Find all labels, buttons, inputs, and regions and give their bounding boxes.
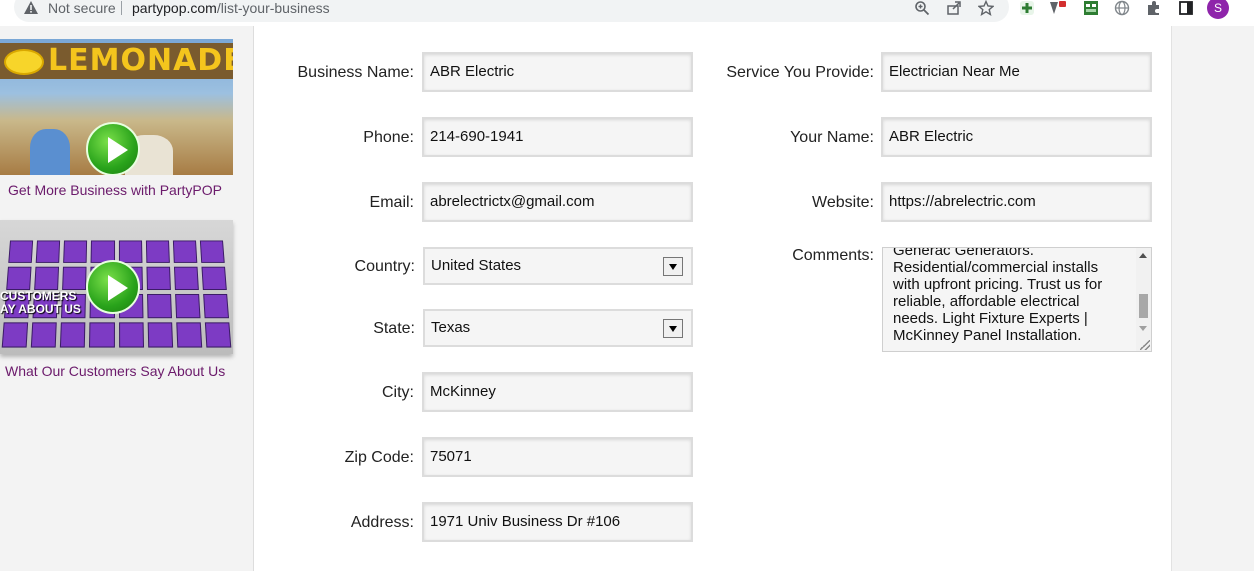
warning-icon[interactable] xyxy=(23,0,39,16)
play-button-icon[interactable] xyxy=(86,260,140,314)
security-label[interactable]: Not secure xyxy=(48,0,116,16)
lemon-graphic xyxy=(4,49,44,75)
scroll-down-arrow-icon[interactable] xyxy=(1139,326,1147,331)
state-label: State: xyxy=(373,320,415,337)
city-label: City: xyxy=(382,384,414,401)
puzzle-icon[interactable] xyxy=(1145,0,1163,17)
right-gutter xyxy=(1171,26,1254,571)
chevron-down-icon[interactable] xyxy=(663,257,683,276)
scrollbar-thumb[interactable] xyxy=(1139,294,1148,318)
comments-textarea[interactable]: Generac Generators. Residential/commerci… xyxy=(882,247,1152,352)
address-input[interactable]: 1971 Univ Business Dr #106 xyxy=(422,502,693,542)
city-input[interactable]: McKinney xyxy=(422,372,693,412)
your-name-input[interactable]: ABR Electric xyxy=(881,117,1152,157)
sidebar-icon[interactable] xyxy=(1177,0,1195,17)
customers-overlay-text: CUSTOMERS AY ABOUT US xyxy=(0,289,81,316)
business-name-input[interactable]: ABR Electric xyxy=(422,52,693,92)
browser-toolbar: Not secure partypop.com/list-your-busine… xyxy=(0,0,1254,26)
extension-grid-icon[interactable] xyxy=(1082,0,1100,17)
video-link-get-more-business[interactable]: Get More Business with PartyPOP xyxy=(8,182,222,198)
state-value: Texas xyxy=(431,319,471,336)
website-label: Website: xyxy=(812,194,874,211)
email-input[interactable]: abrelectrictx@gmail.com xyxy=(422,182,693,222)
phone-input[interactable]: 214-690-1941 xyxy=(422,117,693,157)
country-label: Country: xyxy=(354,258,415,275)
star-icon[interactable] xyxy=(977,0,995,17)
video-link-customers-say[interactable]: What Our Customers Say About Us xyxy=(5,363,225,379)
chevron-down-icon[interactable] xyxy=(663,319,683,338)
country-value: United States xyxy=(431,257,522,274)
child-figure xyxy=(30,129,70,175)
play-button-icon[interactable] xyxy=(86,122,140,175)
profile-avatar[interactable]: S xyxy=(1207,0,1229,19)
state-select[interactable]: Texas xyxy=(423,309,693,347)
resize-grip-icon[interactable] xyxy=(1140,340,1150,350)
scroll-up-arrow-icon[interactable] xyxy=(1139,253,1147,258)
phone-label: Phone: xyxy=(363,129,414,146)
address-label: Address: xyxy=(350,514,414,531)
your-name-label: Your Name: xyxy=(790,129,874,146)
globe-icon[interactable] xyxy=(1113,0,1131,17)
extension-badge-icon[interactable] xyxy=(1049,0,1067,17)
extension-plus-icon[interactable] xyxy=(1018,0,1036,17)
separator xyxy=(121,1,122,15)
country-select[interactable]: United States xyxy=(423,247,693,285)
business-name-label: Business Name: xyxy=(297,64,415,81)
video-thumbnail-lemonade[interactable]: LEMONADE xyxy=(0,39,233,175)
url-text[interactable]: partypop.com/list-your-business xyxy=(132,0,330,16)
zip-code-label: Zip Code: xyxy=(344,449,414,466)
url-domain: partypop.com xyxy=(132,0,217,16)
service-label: Service You Provide: xyxy=(726,64,874,81)
comments-text[interactable]: Generac Generators. Residential/commerci… xyxy=(893,248,1123,344)
url-path: /list-your-business xyxy=(216,0,330,16)
share-icon[interactable] xyxy=(945,0,963,17)
video-thumbnail-customers[interactable]: CUSTOMERS AY ABOUT US xyxy=(0,220,233,354)
zoom-icon[interactable] xyxy=(913,0,931,17)
comments-scrollbar[interactable] xyxy=(1136,248,1151,351)
service-input[interactable]: Electrician Near Me xyxy=(881,52,1152,92)
website-input[interactable]: https://abrelectric.com xyxy=(881,182,1152,222)
comments-label: Comments: xyxy=(792,247,874,264)
zip-code-input[interactable]: 75071 xyxy=(422,437,693,477)
email-label: Email: xyxy=(369,194,414,211)
